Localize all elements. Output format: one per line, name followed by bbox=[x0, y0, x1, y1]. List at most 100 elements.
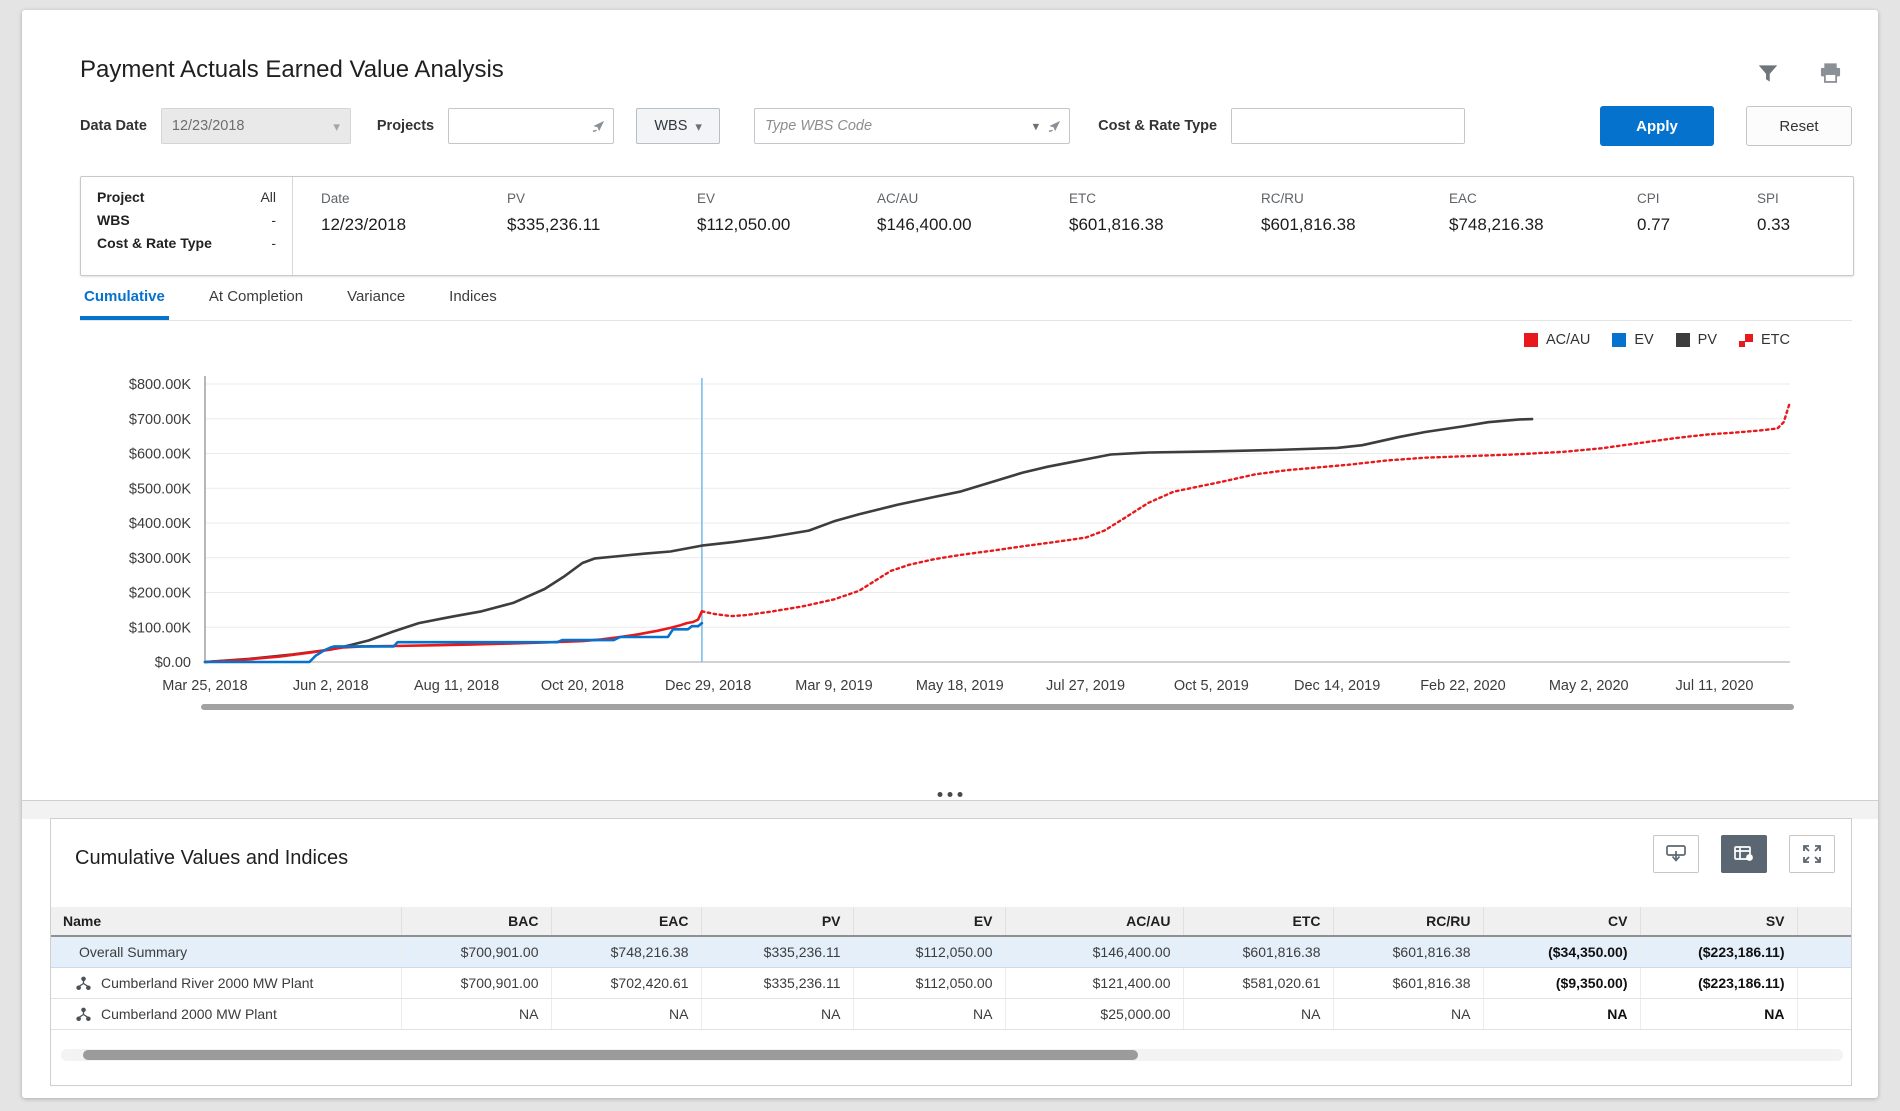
row-name-label: Cumberland 2000 MW Plant bbox=[101, 1006, 277, 1022]
cell-eac: $748,216.38 bbox=[551, 936, 701, 968]
column-header-etc[interactable]: ETC bbox=[1183, 907, 1333, 936]
evm-analysis-page: { "header": { "title": "Payment Actuals … bbox=[0, 0, 1900, 1111]
cell-cv: NA bbox=[1483, 999, 1640, 1030]
column-header-ev[interactable]: EV bbox=[853, 907, 1005, 936]
row-name-label: Cumberland River 2000 MW Plant bbox=[101, 975, 313, 991]
legend-label: PV bbox=[1698, 332, 1717, 348]
wbs-code-combobox[interactable] bbox=[754, 108, 1070, 144]
cell-cv: ($9,350.00) bbox=[1483, 968, 1640, 999]
cell-clipped bbox=[1797, 999, 1852, 1030]
x-tick-label: Jul 11, 2020 bbox=[1676, 678, 1754, 694]
x-tick-label: May 18, 2019 bbox=[916, 678, 1004, 694]
grid-view-icon bbox=[1732, 843, 1756, 865]
cell-bac: NA bbox=[401, 999, 551, 1030]
cell-eac: $702,420.61 bbox=[551, 968, 701, 999]
solid-swatch-icon bbox=[1676, 333, 1690, 347]
table-row[interactable]: Overall Summary$700,901.00$748,216.38$33… bbox=[51, 936, 1852, 968]
legend-item-ac-au[interactable]: AC/AU bbox=[1524, 332, 1590, 348]
column-header-clipped[interactable] bbox=[1797, 907, 1852, 936]
column-header-cv[interactable]: CV bbox=[1483, 907, 1640, 936]
chevron-down-icon[interactable]: ▾ bbox=[1033, 120, 1040, 133]
x-tick-label: Mar 25, 2018 bbox=[162, 678, 247, 694]
legend-item-ev[interactable]: EV bbox=[1612, 332, 1653, 348]
picker-icon[interactable] bbox=[591, 119, 606, 134]
tab-indices[interactable]: Indices bbox=[445, 282, 501, 320]
solid-swatch-icon bbox=[1612, 333, 1626, 347]
page-title: Payment Actuals Earned Value Analysis bbox=[80, 56, 504, 84]
column-header-sv[interactable]: SV bbox=[1640, 907, 1797, 936]
filter-icon[interactable] bbox=[1755, 61, 1781, 87]
y-tick-label: $700.00K bbox=[129, 412, 191, 428]
cell-pv: $335,236.11 bbox=[701, 936, 853, 968]
metric-ev: EV$112,050.00 bbox=[697, 191, 877, 275]
cost-rate-type-input[interactable] bbox=[1231, 108, 1465, 144]
chart-detach-icon bbox=[1664, 843, 1688, 865]
cell-etc: NA bbox=[1183, 999, 1333, 1030]
apply-button[interactable]: Apply bbox=[1600, 106, 1714, 146]
cell-bac: $700,901.00 bbox=[401, 936, 551, 968]
projects-input[interactable] bbox=[448, 108, 614, 144]
tab-cumulative[interactable]: Cumulative bbox=[80, 282, 169, 320]
legend-item-etc[interactable]: ETC bbox=[1739, 332, 1790, 348]
wbs-dropdown-button[interactable]: WBS ▾ bbox=[636, 108, 720, 144]
scrollbar-thumb[interactable] bbox=[83, 1050, 1138, 1060]
cell-sv: ($223,186.11) bbox=[1640, 936, 1797, 968]
wbs-node-icon bbox=[75, 1006, 92, 1023]
print-icon[interactable] bbox=[1817, 60, 1844, 87]
solid-swatch-icon bbox=[1524, 333, 1538, 347]
summary-scope: ProjectAllWBS-Cost & Rate Type- bbox=[81, 177, 293, 275]
wbs-node-icon bbox=[75, 975, 92, 992]
dotted-swatch-icon bbox=[1739, 333, 1753, 347]
chart-time-scrollbar[interactable] bbox=[201, 704, 1794, 710]
cell-pv: NA bbox=[701, 999, 853, 1030]
cell-pv: $335,236.11 bbox=[701, 968, 853, 999]
picker-icon[interactable] bbox=[1047, 119, 1062, 134]
column-header-name[interactable]: Name bbox=[51, 907, 401, 936]
x-tick-label: Jun 2, 2018 bbox=[293, 678, 369, 694]
table-body: Overall Summary$700,901.00$748,216.38$33… bbox=[51, 936, 1852, 1030]
cell-clipped: ($ bbox=[1797, 968, 1852, 999]
metric-spi: SPI0.33 bbox=[1757, 191, 1847, 275]
table-row[interactable]: Cumberland River 2000 MW Plant$700,901.0… bbox=[51, 968, 1852, 999]
cell-ac-au: $121,400.00 bbox=[1005, 968, 1183, 999]
x-tick-label: Feb 22, 2020 bbox=[1420, 678, 1505, 694]
x-tick-label: Oct 20, 2018 bbox=[541, 678, 624, 694]
data-date-value: 12/23/2018 bbox=[172, 118, 245, 134]
maximize-button[interactable] bbox=[1789, 835, 1835, 873]
legend-label: AC/AU bbox=[1546, 332, 1590, 348]
summary-scope-row: WBS- bbox=[97, 212, 276, 228]
data-date-label: Data Date bbox=[80, 118, 147, 134]
evm-chart: $800.00K$700.00K$600.00K$500.00K$400.00K… bbox=[58, 362, 1848, 720]
y-tick-label: $200.00K bbox=[129, 586, 191, 602]
x-tick-label: Dec 29, 2018 bbox=[665, 678, 751, 694]
data-date-select[interactable]: 12/23/2018 ▾ bbox=[161, 108, 351, 144]
panel-splitter[interactable] bbox=[22, 800, 1878, 819]
table-row[interactable]: Cumberland 2000 MW PlantNANANANA$25,000.… bbox=[51, 999, 1852, 1030]
y-tick-label: $500.00K bbox=[129, 481, 191, 497]
column-header-pv[interactable]: PV bbox=[701, 907, 853, 936]
legend-item-pv[interactable]: PV bbox=[1676, 332, 1717, 348]
column-header-ac-au[interactable]: AC/AU bbox=[1005, 907, 1183, 936]
name-cell: Cumberland River 2000 MW Plant bbox=[51, 968, 401, 999]
panel-toolbar bbox=[1653, 835, 1835, 873]
metric-pv: PV$335,236.11 bbox=[507, 191, 697, 275]
y-tick-label: $400.00K bbox=[129, 516, 191, 532]
chart-detach-button[interactable] bbox=[1653, 835, 1699, 873]
cell-etc: $581,020.61 bbox=[1183, 968, 1333, 999]
cell-ac-au: $25,000.00 bbox=[1005, 999, 1183, 1030]
metric-etc: ETC$601,816.38 bbox=[1069, 191, 1261, 275]
cell-rc-ru: $601,816.38 bbox=[1333, 936, 1483, 968]
grid-view-button[interactable] bbox=[1721, 835, 1767, 873]
y-tick-label: $800.00K bbox=[129, 377, 191, 393]
cost-rate-type-label: Cost & Rate Type bbox=[1098, 118, 1217, 134]
column-header-bac[interactable]: BAC bbox=[401, 907, 551, 936]
reset-button[interactable]: Reset bbox=[1746, 106, 1852, 146]
column-header-rc-ru[interactable]: RC/RU bbox=[1333, 907, 1483, 936]
tab-variance[interactable]: Variance bbox=[343, 282, 409, 320]
series-etc bbox=[702, 402, 1790, 616]
splitter-handle-icon[interactable] bbox=[930, 792, 971, 797]
metric-rc-ru: RC/RU$601,816.38 bbox=[1261, 191, 1449, 275]
table-horizontal-scrollbar bbox=[61, 1049, 1843, 1061]
column-header-eac[interactable]: EAC bbox=[551, 907, 701, 936]
tab-at-completion[interactable]: At Completion bbox=[205, 282, 307, 320]
